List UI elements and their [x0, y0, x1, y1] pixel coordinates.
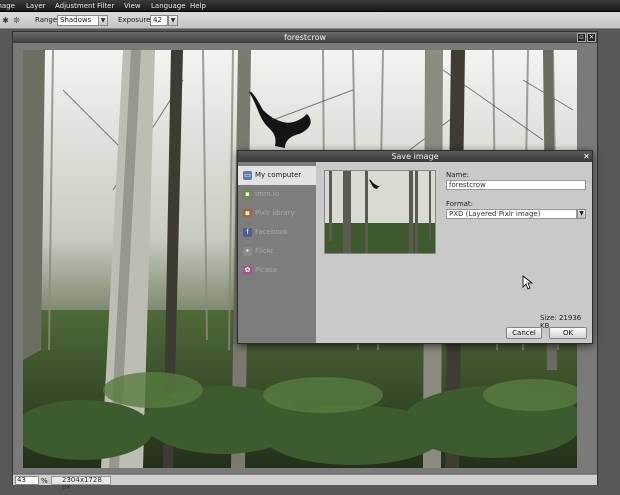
name-label: Name:: [446, 171, 470, 179]
name-input[interactable]: forestcrow: [446, 180, 586, 190]
menu-help[interactable]: Help: [190, 2, 206, 10]
pixlr-editor-app: Image Layer Adjustment Filter View Langu…: [0, 0, 620, 495]
ok-button[interactable]: OK: [549, 327, 587, 339]
zoom-unit: %: [41, 477, 48, 485]
exposure-label: Exposure:: [118, 16, 153, 24]
computer-icon: ▭: [243, 171, 252, 180]
menu-adjustment[interactable]: Adjustment: [55, 2, 95, 10]
range-label: Range:: [35, 16, 60, 24]
dialog-close-icon[interactable]: ✕: [582, 152, 591, 161]
menu-view[interactable]: View: [124, 2, 141, 10]
close-icon[interactable]: ×: [587, 33, 596, 42]
cancel-button[interactable]: Cancel: [506, 327, 542, 339]
dialog-title: Save image: [391, 152, 439, 161]
menu-filter[interactable]: Filter: [97, 2, 114, 10]
maximize-icon[interactable]: ▫: [577, 33, 586, 42]
dodge-tool-icon[interactable]: ✱: [1, 16, 10, 25]
sidebar-item-my-computer[interactable]: ▭ My computer: [238, 166, 316, 185]
facebook-icon: f: [243, 228, 252, 237]
document-title: forestcrow: [284, 33, 326, 42]
menu-layer[interactable]: Layer: [26, 2, 46, 10]
dialog-titlebar[interactable]: Save image ✕: [238, 151, 592, 162]
range-dropdown-icon[interactable]: ▼: [98, 15, 108, 26]
sidebar-item-picasa[interactable]: ✿ Picasa: [238, 261, 316, 280]
menu-language[interactable]: Language: [151, 2, 186, 10]
format-select[interactable]: PXD (Layered Pixlr image): [446, 209, 577, 219]
mouse-cursor-icon: [522, 275, 534, 290]
picasa-icon: ✿: [243, 266, 252, 275]
image-preview: [324, 170, 436, 254]
sidebar-item-immio[interactable]: ▪ Imm.io: [238, 185, 316, 204]
document-titlebar[interactable]: forestcrow ▫ ×: [13, 32, 597, 43]
sidebar-item-pixlr-library[interactable]: ▪ Pixlr library: [238, 204, 316, 223]
flickr-icon: •: [243, 247, 252, 256]
menu-image[interactable]: Image: [0, 2, 15, 10]
save-image-dialog: Save image ✕ ▭ My computer ▪ Imm.io ▪ Pi…: [237, 150, 593, 344]
exposure-input[interactable]: 42: [150, 15, 168, 26]
format-dropdown-icon[interactable]: ▼: [577, 209, 586, 219]
preview-thumbnail: [325, 171, 435, 253]
exposure-dropdown-icon[interactable]: ▼: [168, 15, 178, 26]
zoom-input[interactable]: 43: [15, 476, 39, 485]
sidebar-item-flickr[interactable]: • Flickr: [238, 242, 316, 261]
save-destination-sidebar: ▭ My computer ▪ Imm.io ▪ Pixlr library f…: [238, 162, 316, 343]
tool-options-bar: ✱ ❊ Range: Shadows ▼ Exposure: 42 ▼: [0, 12, 620, 29]
image-size-readout: 2304x1728 px: [51, 476, 111, 491]
menubar: Image Layer Adjustment Filter View Langu…: [0, 0, 620, 12]
status-bar: 43 % 2304x1728 px: [13, 474, 597, 491]
immio-icon: ▪: [243, 190, 252, 199]
format-label: Format:: [446, 200, 474, 208]
range-select[interactable]: Shadows: [57, 15, 99, 26]
pixlr-library-icon: ▪: [243, 209, 252, 218]
sidebar-item-facebook[interactable]: f Facebook: [238, 223, 316, 242]
brush-size-icon[interactable]: ❊: [12, 16, 21, 25]
